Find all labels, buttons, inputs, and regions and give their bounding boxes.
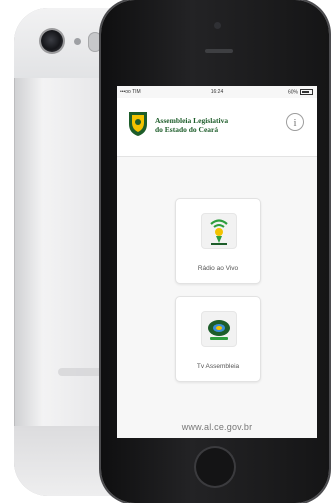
footer-website-link[interactable]: www.al.ce.gov.br: [117, 422, 317, 432]
app-title-line2: do Estado do Ceará: [155, 125, 219, 134]
battery-icon: [300, 89, 313, 95]
radio-icon: [201, 213, 237, 249]
tv-icon: [201, 311, 237, 347]
app-screen: •••oo TIM 16:24 60% Assembleia Legislati…: [117, 86, 317, 438]
tile-tv-assembleia[interactable]: Tv Assembleia: [175, 296, 261, 382]
status-bar: •••oo TIM 16:24 60%: [117, 86, 317, 98]
front-camera-icon: [214, 22, 221, 29]
ceara-crest-icon: [129, 112, 147, 136]
app-title: Assembleia Legislativa do Estado do Cear…: [155, 116, 255, 134]
earpiece-speaker-icon: [205, 49, 233, 53]
tile-radio-ao-vivo[interactable]: Rádio ao Vivo: [175, 198, 261, 284]
tile-tv-label: Tv Assembleia: [196, 363, 240, 370]
flash-icon: [74, 38, 81, 45]
battery-percent: 60%: [287, 89, 298, 96]
info-button[interactable]: i: [286, 113, 304, 131]
app-title-line1: Assembleia Legislativa: [155, 116, 229, 125]
battery-indicator: 60%: [288, 89, 313, 95]
tile-radio-label: Rádio ao Vivo: [197, 265, 239, 272]
home-button[interactable]: [196, 448, 234, 486]
rear-mic-icon: [88, 32, 102, 52]
phone-mockup-scene: •••oo TIM 16:24 60% Assembleia Legislati…: [0, 0, 332, 503]
app-header: Assembleia Legislativa do Estado do Cear…: [117, 98, 317, 157]
rear-camera-icon: [41, 30, 63, 52]
